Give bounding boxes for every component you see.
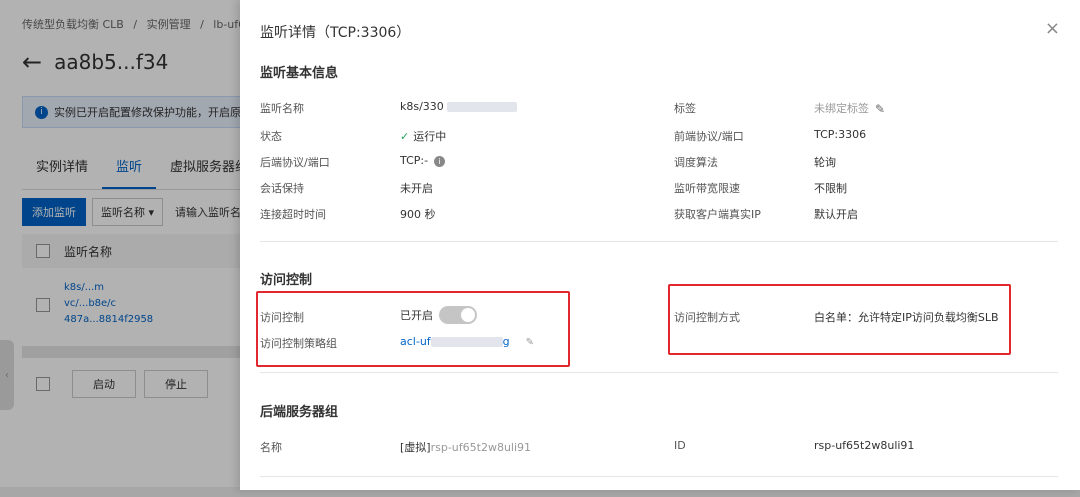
label-backend-protocol: 后端协议/端口 — [260, 156, 330, 169]
label-listener-name: 监听名称 — [260, 102, 304, 115]
label-acl: 访问控制 — [260, 311, 304, 324]
divider — [260, 241, 1058, 242]
label-connection-timeout: 连接超时时间 — [260, 208, 326, 221]
divider — [260, 372, 1058, 373]
highlight-box — [256, 291, 570, 367]
label-session-persistence: 会话保持 — [260, 182, 304, 195]
group-type-tag: [虚拟] — [400, 441, 431, 454]
acl-policy-prefix: acl-uf — [400, 335, 431, 348]
label-frontend-protocol: 前端协议/端口 — [674, 130, 744, 143]
label-group-name: 名称 — [260, 441, 282, 454]
value-backend-protocol: TCP:- i — [400, 154, 446, 167]
listener-detail-drawer: 监听详情（TCP:3306） × 监听基本信息 监听名称 k8s/330 状态 … — [240, 0, 1080, 490]
label-group-id: ID — [674, 439, 686, 452]
divider — [260, 476, 1058, 477]
drawer-title: 监听详情（TCP:3306） — [260, 25, 411, 41]
section-title-backend: 后端服务器组 — [260, 405, 339, 420]
tags-text: 未绑定标签 — [814, 102, 869, 115]
close-icon[interactable]: × — [1045, 20, 1060, 38]
toggle-knob — [461, 308, 475, 322]
label-tags: 标签 — [674, 102, 696, 115]
label-acl-mode: 访问控制方式 — [674, 311, 740, 324]
label-real-ip: 获取客户端真实IP — [674, 208, 761, 221]
value-status: ✓ 运行中 — [400, 128, 446, 144]
redacted-block — [447, 102, 518, 112]
edit-icon[interactable]: ✎ — [875, 102, 885, 116]
value-listener-name: k8s/330 — [400, 100, 518, 113]
acl-toggle[interactable] — [439, 306, 477, 324]
value-group-name: [虚拟]rsp-uf65t2w8uli91 — [400, 439, 531, 455]
acl-policy-group-link[interactable]: acl-uf g ✎ — [400, 335, 534, 348]
value-frontend-protocol: TCP:3306 — [814, 128, 867, 141]
acl-policy-suffix: g — [502, 335, 510, 348]
group-name-text: rsp-uf65t2w8uli91 — [430, 441, 532, 454]
backend-protocol-text: TCP:- — [400, 154, 429, 167]
value-tags: 未绑定标签 ✎ — [814, 100, 885, 116]
listener-name-text: k8s/330 — [400, 100, 444, 113]
value-acl: 已开启 — [400, 306, 477, 324]
status-text: 运行中 — [413, 130, 447, 143]
value-scheduling-algorithm: 轮询 — [814, 156, 836, 169]
section-title-acl: 访问控制 — [260, 273, 313, 288]
value-acl-mode: 白名单：允许特定IP访问负载均衡SLB — [814, 311, 999, 324]
value-group-id: rsp-uf65t2w8uli91 — [814, 439, 915, 452]
label-acl-policy-group: 访问控制策略组 — [260, 337, 337, 350]
section-title-basic: 监听基本信息 — [260, 66, 339, 81]
value-real-ip: 默认开启 — [814, 208, 858, 221]
redacted-block — [430, 337, 503, 347]
value-session-persistence: 未开启 — [400, 182, 433, 195]
edit-icon[interactable]: ✎ — [526, 337, 534, 348]
info-icon[interactable]: i — [434, 155, 446, 167]
label-scheduling-algorithm: 调度算法 — [674, 156, 718, 169]
acl-status-text: 已开启 — [400, 309, 433, 322]
label-bandwidth-limit: 监听带宽限速 — [674, 182, 740, 195]
check-icon: ✓ — [400, 130, 410, 143]
value-bandwidth-limit: 不限制 — [814, 182, 847, 195]
value-connection-timeout: 900 秒 — [400, 208, 436, 221]
label-status: 状态 — [260, 130, 282, 143]
